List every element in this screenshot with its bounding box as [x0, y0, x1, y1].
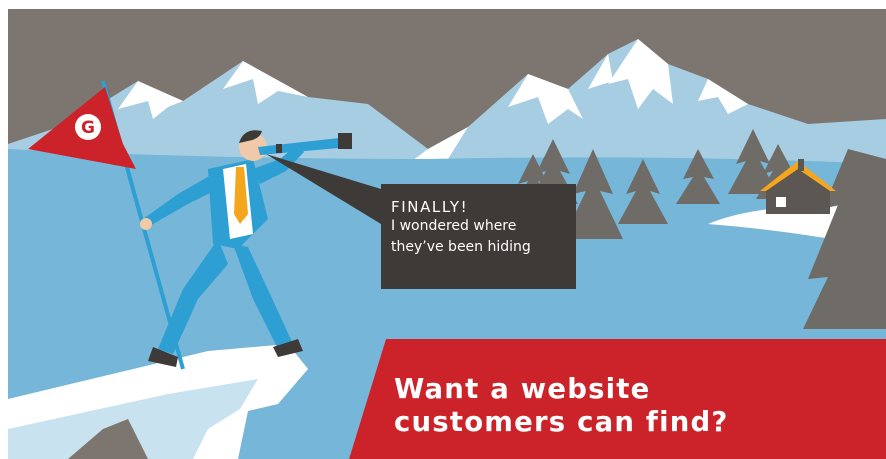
speech-bubble-box: FINALLY! I wondered where they’ve been h… [381, 184, 576, 289]
speech-bubble-line: I wondered where [391, 218, 517, 234]
cta-line: Want a website [394, 373, 651, 405]
flag-logo-letter: G [81, 118, 95, 138]
speech-bubble-title: FINALLY! [391, 198, 469, 216]
speech-bubble-line: they’ve been hiding [391, 239, 531, 255]
speech-bubble: FINALLY! I wondered where they’ve been h… [381, 184, 576, 289]
cta-line: customers can find? [394, 406, 729, 438]
call-to-action-banner[interactable]: Want a website customers can find? [346, 339, 886, 459]
hero-banner: G FINALLY! I wondered where they’ve been… [8, 9, 886, 459]
cta-headline: Want a website customers can find? [394, 373, 729, 439]
